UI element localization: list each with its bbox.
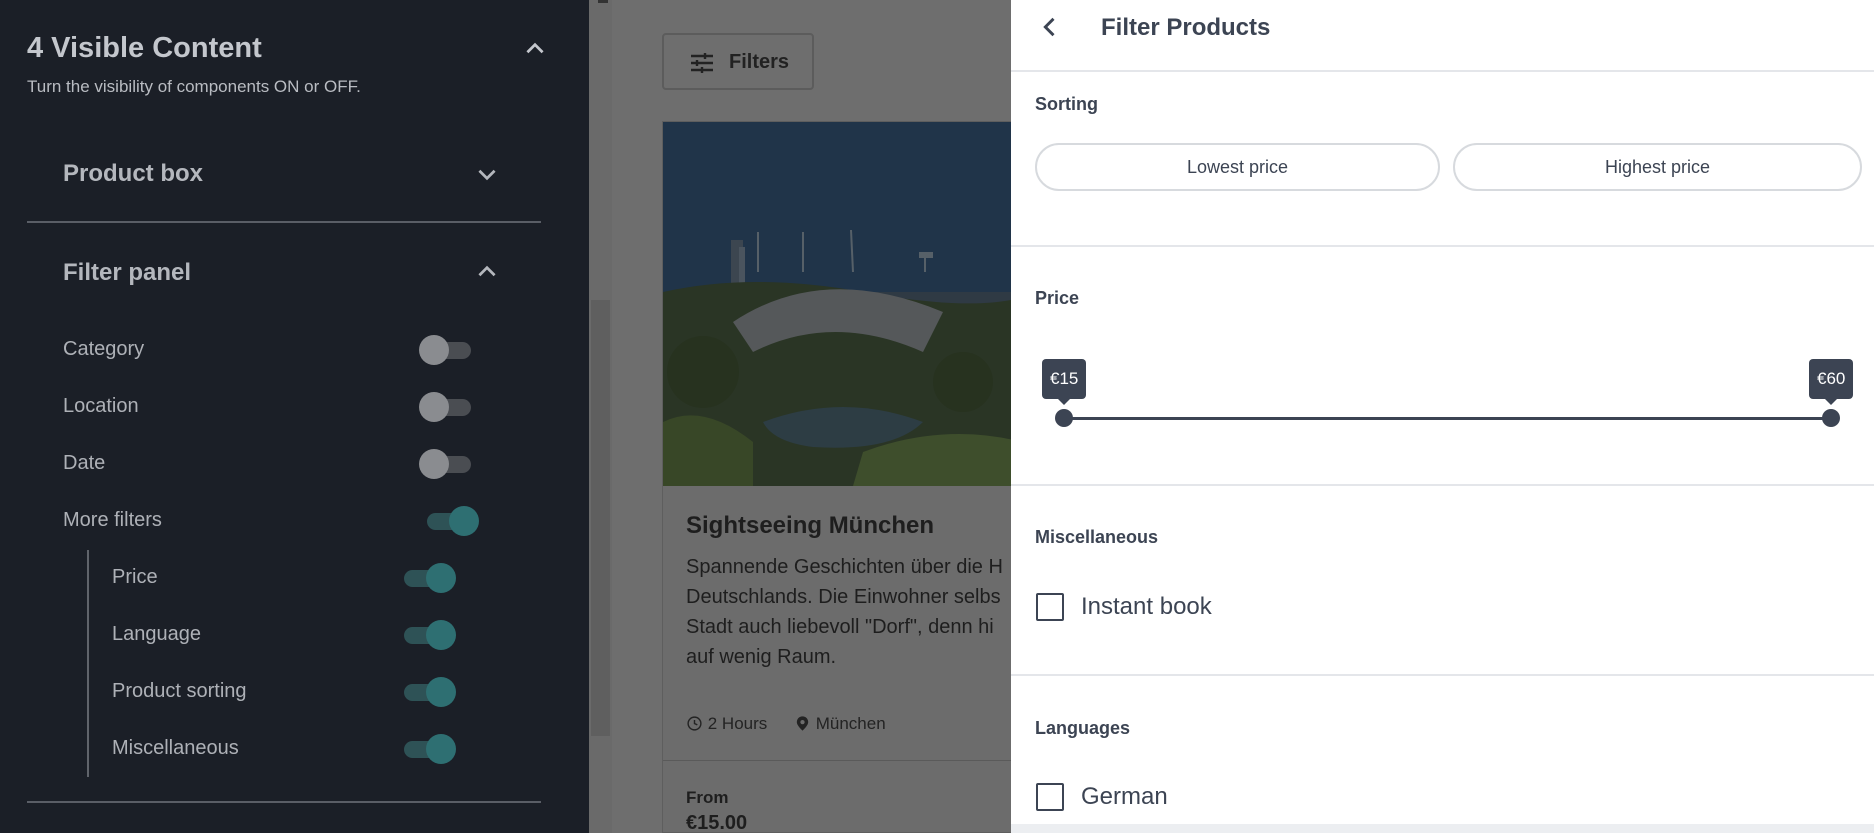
toggle-label-product-sorting: Product sorting: [112, 680, 247, 702]
divider: [1011, 674, 1874, 676]
location-pin-icon: [796, 716, 809, 731]
sort-highest-price-button[interactable]: Highest price: [1453, 143, 1862, 191]
clock-icon: [687, 716, 702, 731]
instant-book-label[interactable]: Instant book: [1081, 593, 1212, 621]
back-arrow-icon[interactable]: [1036, 13, 1064, 41]
toggle-label-date: Date: [63, 452, 106, 474]
sidebar-title: 4 Visible Content: [27, 32, 262, 64]
date-toggle[interactable]: [419, 449, 477, 479]
sorting-heading: Sorting: [1035, 94, 1098, 114]
toggle-label-category: Category: [63, 338, 145, 360]
filters-button[interactable]: Filters: [662, 33, 814, 90]
languages-heading: Languages: [1035, 718, 1131, 738]
toggle-label-more-filters: More filters: [63, 509, 162, 531]
divider: [27, 221, 541, 223]
price-min-handle[interactable]: [1055, 409, 1073, 427]
toggle-label-language: Language: [112, 623, 201, 645]
price-max-tooltip: €60: [1809, 359, 1854, 405]
duration-text: 2 Hours: [707, 714, 768, 733]
price-slider-track[interactable]: [1063, 417, 1833, 420]
location-text: München: [815, 714, 886, 733]
toggle-label-price: Price: [112, 566, 158, 588]
chevron-up-icon[interactable]: [474, 259, 500, 285]
section-product-box[interactable]: Product box: [63, 160, 203, 188]
miscellaneous-toggle[interactable]: [398, 734, 456, 764]
filter-products-panel: Filter Products Sorting Lowest price Hig…: [1011, 0, 1874, 833]
german-checkbox[interactable]: [1036, 783, 1064, 811]
price-toggle[interactable]: [398, 563, 456, 593]
price-max-handle[interactable]: [1822, 409, 1840, 427]
location-toggle[interactable]: [419, 392, 477, 422]
toggle-label-location: Location: [63, 395, 139, 417]
divider: [1011, 245, 1874, 247]
description-line: Deutschlands. Die Einwohner selbs: [686, 586, 1001, 608]
panel-title: Filter Products: [1101, 14, 1271, 41]
divider: [27, 801, 541, 803]
price-min-tooltip: €15: [1042, 359, 1087, 405]
description-line: Spannende Geschichten über die H: [686, 556, 1003, 578]
sliders-icon: [691, 53, 713, 73]
chevron-up-icon[interactable]: [522, 36, 548, 62]
miscellaneous-heading: Miscellaneous: [1035, 527, 1159, 547]
product-description: Spannende Geschichten über die H Deutsch…: [686, 552, 1046, 672]
product-price: €15.00: [686, 812, 748, 833]
divider: [663, 760, 1023, 761]
panel-footer-edge: [1011, 824, 1874, 833]
visibility-sidebar: 4 Visible Content Turn the visibility of…: [0, 0, 589, 833]
divider: [598, 0, 608, 3]
sort-lowest-price-button[interactable]: Lowest price: [1035, 143, 1440, 191]
section-filter-panel[interactable]: Filter panel: [63, 259, 191, 287]
product-card[interactable]: Sightseeing München Spannende Geschichte…: [662, 121, 1023, 833]
description-line: Stadt auch liebevoll "Dorf", denn hi: [686, 616, 994, 638]
price-from-label: From: [686, 788, 729, 807]
price-heading: Price: [1035, 288, 1080, 308]
divider: [1011, 484, 1874, 486]
category-toggle[interactable]: [419, 335, 477, 365]
scrollbar-thumb[interactable]: [591, 300, 610, 736]
product-image: [663, 122, 1023, 486]
language-toggle[interactable]: [398, 620, 456, 650]
nested-indicator-line: [87, 550, 89, 777]
chevron-down-icon[interactable]: [474, 161, 500, 187]
product-sorting-toggle[interactable]: [398, 677, 456, 707]
divider: [1011, 70, 1874, 72]
more-filters-toggle[interactable]: [421, 506, 479, 536]
instant-book-checkbox[interactable]: [1036, 593, 1064, 621]
filters-button-label: Filters: [729, 51, 790, 73]
product-title[interactable]: Sightseeing München: [686, 512, 934, 540]
product-meta: 2 Hours München: [686, 714, 886, 734]
german-label[interactable]: German: [1081, 783, 1168, 811]
toggle-label-miscellaneous: Miscellaneous: [112, 737, 239, 759]
description-line: auf wenig Raum.: [686, 646, 837, 668]
sidebar-subtitle: Turn the visibility of components ON or …: [27, 77, 361, 96]
